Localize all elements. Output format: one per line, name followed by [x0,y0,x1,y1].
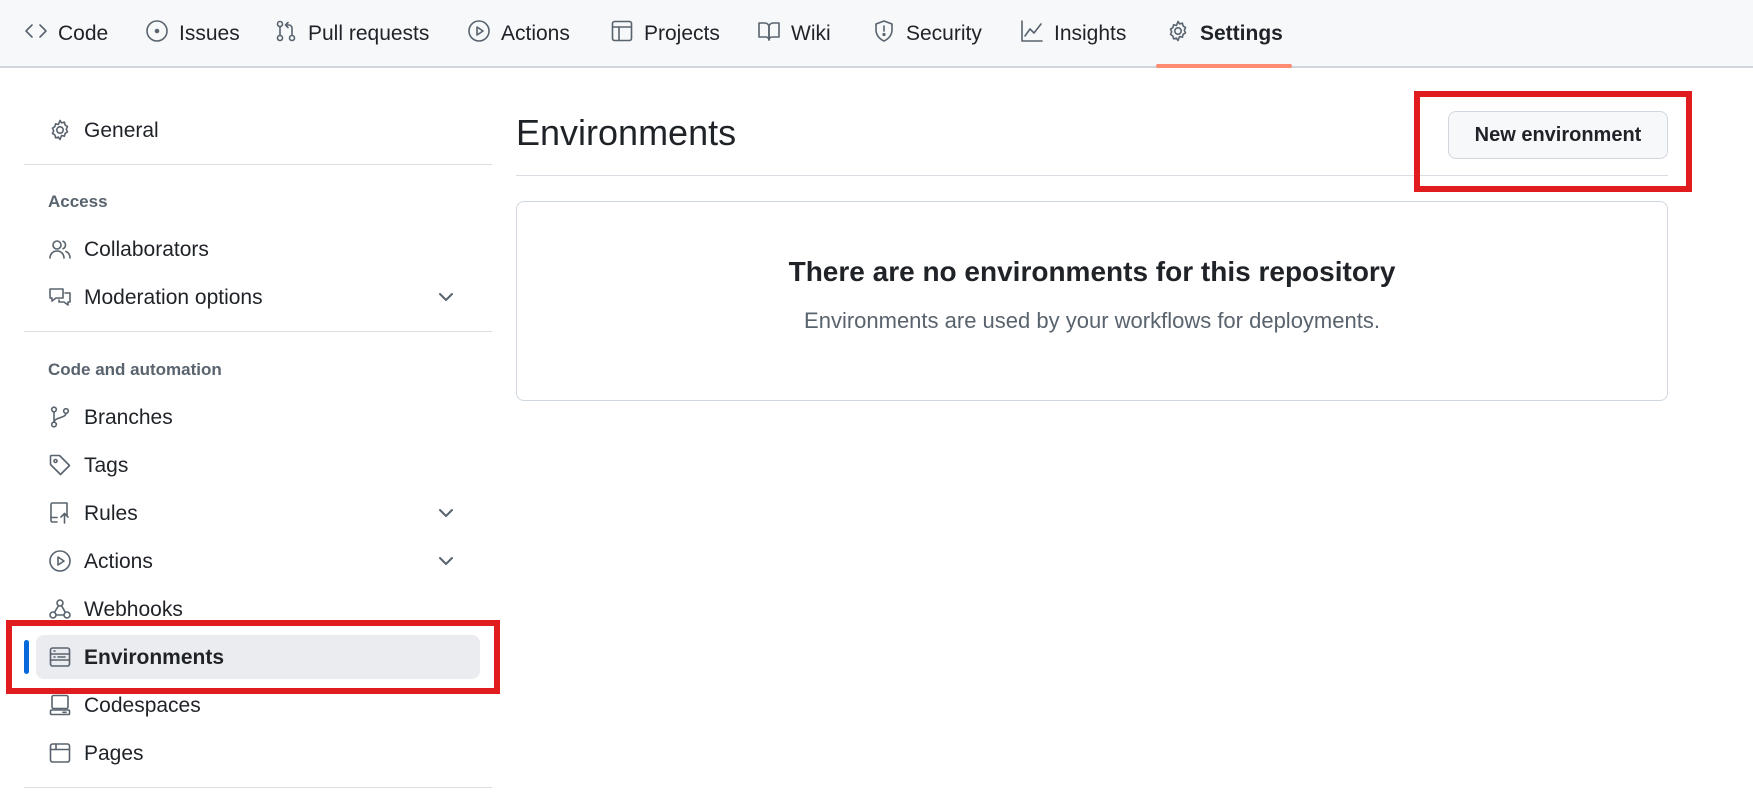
chevron-down-icon[interactable] [436,551,456,571]
sidebar-divider [24,164,492,165]
chevron-down-icon[interactable] [436,287,456,307]
sidebar-item-label: Rules [84,502,138,525]
comment-discussion-icon [48,285,72,309]
webhook-icon [48,597,72,621]
sidebar-heading-access: Access [48,192,108,211]
gear-icon [48,118,72,142]
repo-nav: Code Issues Pull requests Actions Projec… [0,0,1753,68]
highlight-box-new-environment [1414,91,1692,192]
tab-pull-requests[interactable]: Pull requests [274,0,429,68]
play-icon [48,549,72,573]
sidebar-item-label: General [84,119,159,142]
sidebar-item-label: Moderation options [84,286,263,309]
page-title: Environments [516,112,737,153]
tab-issues[interactable]: Issues [145,0,240,68]
sidebar-item-rules[interactable]: Rules [36,491,480,535]
sidebar-item-label: Branches [84,406,173,429]
tab-actions[interactable]: Actions [467,0,570,68]
tab-security[interactable]: Security [872,0,982,68]
tag-icon [48,453,72,477]
sidebar-item-label: Pages [84,742,144,765]
issue-opened-icon [145,19,169,49]
sidebar-divider [24,787,492,788]
sidebar-item-label: Codespaces [84,694,201,717]
tab-insights[interactable]: Insights [1020,0,1126,68]
people-icon [48,237,72,261]
chevron-down-icon[interactable] [436,503,456,523]
sidebar-item-label: Tags [84,454,129,477]
code-icon [24,19,48,49]
table-icon [610,19,634,49]
sidebar-item-collaborators[interactable]: Collaborators [36,227,480,271]
tab-projects[interactable]: Projects [610,0,720,68]
shield-icon [872,19,896,49]
sidebar-heading-code-and-automation: Code and automation [48,360,222,379]
empty-state-description: Environments are used by your workflows … [804,308,1380,333]
sidebar-item-tags[interactable]: Tags [36,443,480,487]
browser-icon [48,741,72,765]
highlight-box-environments [6,620,500,694]
tab-settings[interactable]: Settings [1166,0,1283,68]
repo-push-icon [48,501,72,525]
empty-state: There are no environments for this repos… [516,201,1668,401]
sidebar-item-label: Actions [84,550,153,573]
git-branch-icon [48,405,72,429]
graph-icon [1020,19,1044,49]
sidebar-item-moderation-options[interactable]: Moderation options [36,275,480,319]
play-icon [467,19,491,49]
gear-icon [1166,19,1190,49]
tab-code[interactable]: Code [24,0,108,68]
sidebar-item-actions[interactable]: Actions [36,539,480,583]
book-icon [757,19,781,49]
active-tab-indicator [1156,64,1292,68]
codespaces-icon [48,693,72,717]
tab-wiki[interactable]: Wiki [757,0,831,68]
sidebar-item-label: Collaborators [84,238,209,261]
sidebar-divider [24,331,492,332]
sidebar-item-label: Webhooks [84,598,183,621]
sidebar-item-branches[interactable]: Branches [36,395,480,439]
sidebar-item-general[interactable]: General [36,108,480,152]
empty-state-title: There are no environments for this repos… [788,256,1396,287]
sidebar-item-pages[interactable]: Pages [36,731,480,775]
git-pull-request-icon [274,19,298,49]
